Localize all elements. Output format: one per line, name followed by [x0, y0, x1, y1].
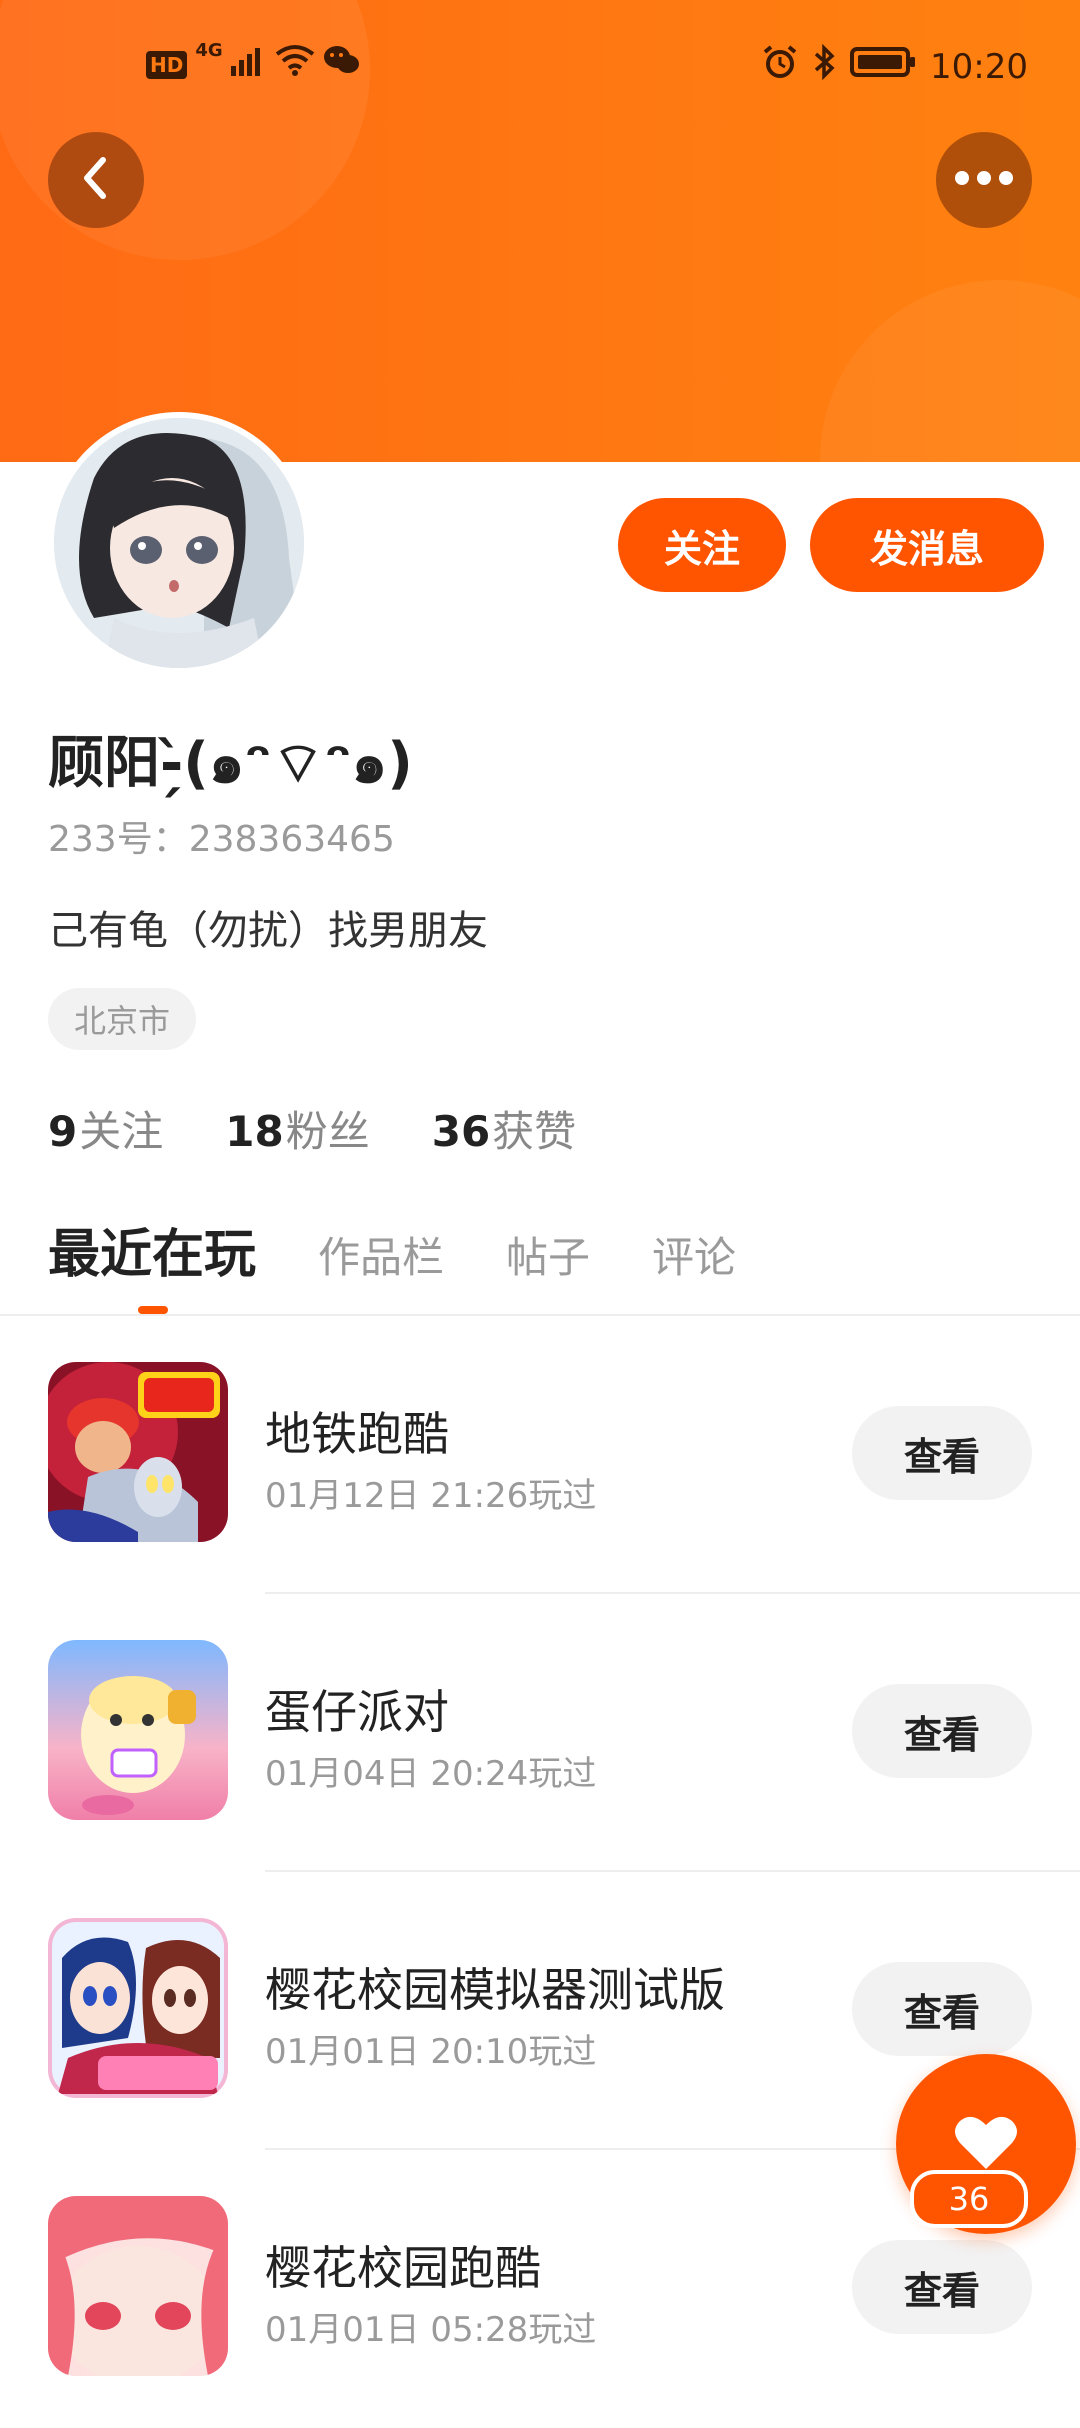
profile-header-banner: HD 4G 10:20 [0, 0, 1080, 462]
profile-stats: 9关注 18粉丝 36获赞 [48, 1098, 576, 1159]
stat-label: 粉丝 [285, 1107, 370, 1156]
more-button[interactable] [936, 132, 1032, 228]
chevron-left-icon [76, 154, 116, 206]
game-name: 蛋仔派对 [265, 1685, 449, 1739]
network-type: 4G [195, 40, 223, 61]
status-bar: HD 4G 10:20 [0, 0, 1080, 132]
view-button[interactable]: 查看 [852, 1962, 1032, 2056]
game-played-time: 01月01日 20:10玩过 [265, 2032, 597, 2072]
back-button[interactable] [48, 132, 144, 228]
wechat-icon [323, 44, 361, 85]
view-button[interactable]: 查看 [852, 1406, 1032, 1500]
stat-label: 关注 [79, 1107, 164, 1156]
status-bar-right: 10:20 [762, 43, 1028, 89]
signal-icon [230, 44, 267, 85]
username: 顾阳-̗̀(๑ᵔ⌔ᵔ๑) [48, 731, 413, 796]
avatar-image [54, 418, 304, 668]
game-icon-sakura-school-simulator [48, 1918, 228, 2098]
game-played-time: 01月04日 20:24玩过 [265, 1754, 597, 1794]
game-name: 地铁跑酷 [265, 1407, 449, 1461]
status-bar-left: HD 4G [146, 40, 361, 85]
banner-decoration [820, 280, 1080, 462]
profile-tabs: 最近在玩 作品栏 帖子 评论 [48, 1212, 736, 1287]
list-item[interactable]: 蛋仔派对 01月04日 20:24玩过 查看 [0, 1594, 1080, 1872]
stat-followers[interactable]: 18粉丝 [225, 1098, 369, 1159]
avatar[interactable] [48, 412, 310, 674]
stat-likes[interactable]: 36获赞 [432, 1098, 576, 1159]
game-played-time: 01月01日 05:28玩过 [265, 2310, 597, 2350]
game-played-time: 01月12日 21:26玩过 [265, 1476, 597, 1516]
like-count-badge: 36 [910, 2170, 1028, 2228]
stat-number: 9 [48, 1107, 78, 1156]
more-horizontal-icon [954, 170, 1014, 190]
active-tab-indicator [138, 1306, 168, 1314]
stat-following[interactable]: 9关注 [48, 1098, 163, 1159]
tab-recently-played[interactable]: 最近在玩 [48, 1212, 256, 1287]
tab-works[interactable]: 作品栏 [318, 1224, 444, 1285]
heart-icon [954, 2113, 1018, 2175]
stat-number: 36 [431, 1107, 491, 1156]
status-time: 10:20 [930, 46, 1028, 87]
follow-button[interactable]: 关注 [618, 498, 786, 592]
list-item[interactable]: 地铁跑酷 01月12日 21:26玩过 查看 [0, 1316, 1080, 1594]
location-tag: 北京市 [48, 988, 197, 1050]
view-button[interactable]: 查看 [852, 2240, 1032, 2334]
battery-icon [850, 46, 916, 87]
game-name: 樱花校园跑酷 [265, 2241, 541, 2295]
stat-number: 18 [225, 1107, 284, 1156]
user-bio: 己有龟（勿扰）找男朋友 [48, 908, 488, 954]
view-button[interactable]: 查看 [852, 1684, 1032, 1778]
stat-label: 获赞 [492, 1107, 577, 1156]
alarm-icon [762, 44, 798, 89]
bluetooth-icon [812, 43, 836, 89]
tab-posts[interactable]: 帖子 [506, 1224, 590, 1285]
send-message-button[interactable]: 发消息 [810, 498, 1044, 592]
game-icon-eggy-party [48, 1640, 228, 1820]
network-badge: HD [146, 50, 188, 79]
user-id: 233号：238363465 [48, 819, 395, 860]
game-name: 樱花校园模拟器测试版 [265, 1963, 725, 2017]
recent-games-list: 地铁跑酷 01月12日 21:26玩过 查看 蛋仔派对 01月04日 20:24… [0, 1316, 1080, 2428]
location-label: 北京市 [74, 1002, 171, 1040]
wifi-icon [275, 44, 315, 85]
game-icon-subway-surfers [48, 1362, 228, 1542]
game-icon-sakura-school-parkour [48, 2196, 228, 2376]
tab-comments[interactable]: 评论 [652, 1224, 736, 1285]
